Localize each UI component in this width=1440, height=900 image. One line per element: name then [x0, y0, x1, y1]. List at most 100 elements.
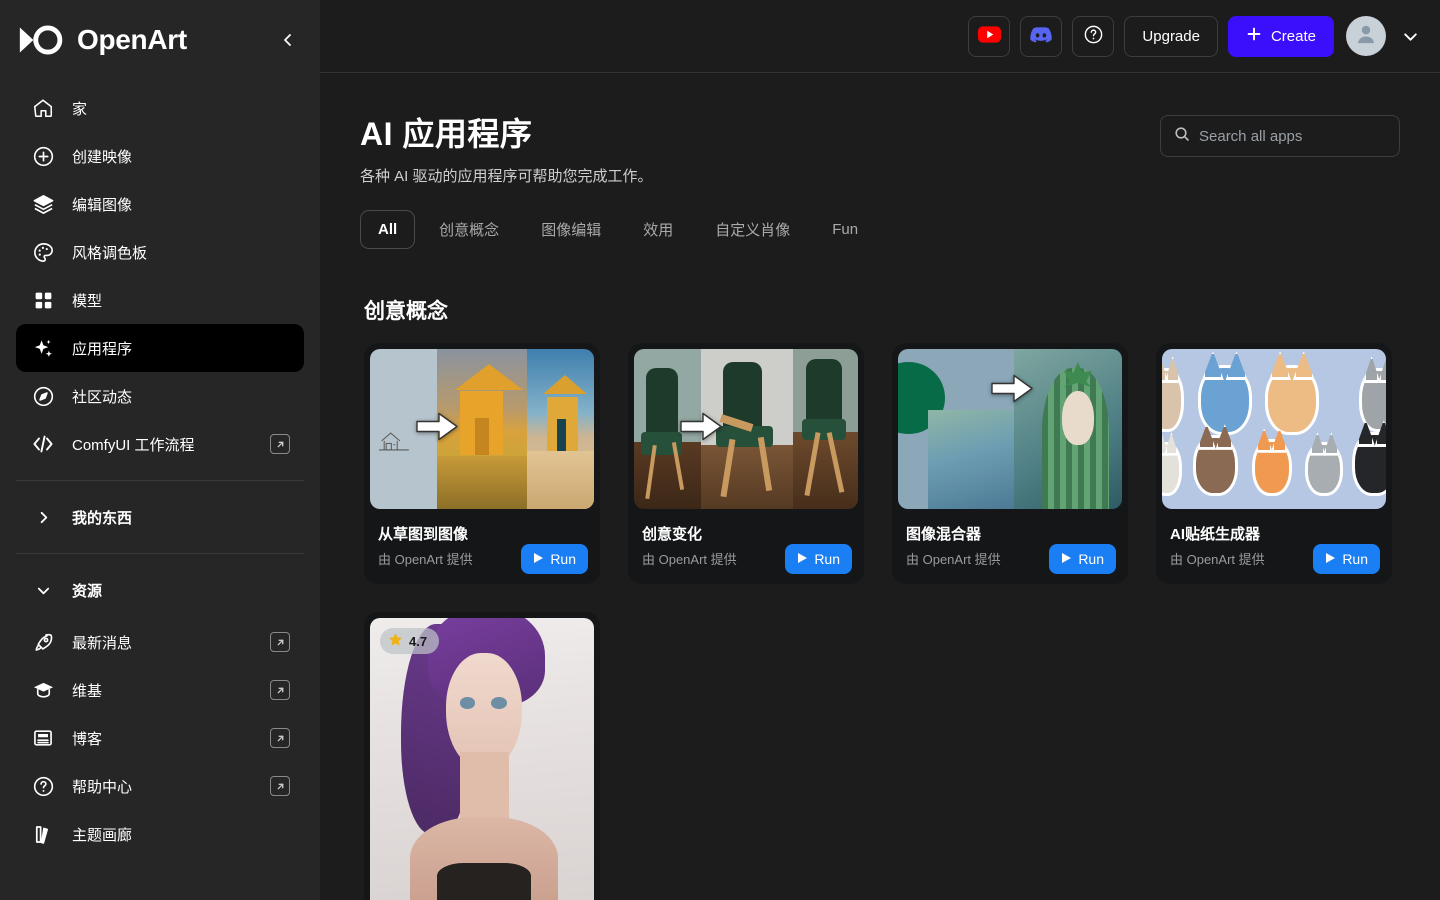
app-card[interactable]: AI贴纸生成器 由 OpenArt 提供 Run — [1156, 343, 1392, 584]
sidebar-group-resources[interactable]: 资源 — [16, 566, 304, 614]
play-icon — [1061, 551, 1072, 567]
sidebar-item-models[interactable]: 模型 — [16, 276, 304, 324]
sidebar-item-label: ComfyUI 工作流程 — [72, 436, 195, 454]
discord-button[interactable] — [1020, 15, 1063, 57]
sidebar-item-label: 博客 — [72, 730, 103, 748]
sidebar-item-wiki[interactable]: 维基 — [16, 666, 304, 714]
app-root: OpenArt 家 创建映像 编辑图像 风格调色板 模型 应用程序 社区动态 C… — [0, 0, 1440, 900]
sidebar-item-style-palette[interactable]: 风格调色板 — [16, 228, 304, 276]
sidebar-item-label: 维基 — [72, 682, 103, 700]
card-title: 创意变化 — [642, 526, 703, 543]
play-icon — [1325, 551, 1336, 567]
app-card[interactable]: 从草图到图像 由 OpenArt 提供 Run — [364, 343, 600, 584]
play-icon — [797, 551, 808, 567]
app-card[interactable]: 4.7 头像制 — [364, 612, 600, 900]
grid-icon — [30, 287, 56, 313]
sidebar-item-theme-gallery[interactable]: 主题画廊 — [16, 810, 304, 858]
create-button[interactable]: Create — [1227, 15, 1334, 57]
search-icon — [1174, 126, 1190, 147]
tab-creative-concepts[interactable]: 创意概念 — [421, 208, 517, 251]
discord-icon — [1030, 26, 1053, 46]
sidebar-group-label: 资源 — [72, 582, 103, 600]
external-link-icon[interactable] — [270, 434, 290, 454]
user-avatar-icon — [1353, 21, 1379, 52]
chevron-right-icon — [30, 504, 56, 530]
sidebar-item-comfyui-workflows[interactable]: ComfyUI 工作流程 — [16, 420, 304, 468]
sidebar-item-label: 社区动态 — [72, 388, 133, 406]
sidebar-nav: 家 创建映像 编辑图像 风格调色板 模型 应用程序 社区动态 ComfyUI 工… — [0, 80, 320, 468]
sidebar-item-label: 模型 — [72, 292, 103, 310]
graduation-cap-icon — [30, 677, 56, 703]
search-input[interactable] — [1199, 127, 1398, 145]
transform-arrow-icon — [679, 412, 723, 447]
sparkles-icon — [30, 335, 56, 361]
sidebar-divider-1 — [16, 480, 304, 481]
sidebar-group-label: 我的东西 — [72, 509, 133, 527]
tab-custom-portrait[interactable]: 自定义肖像 — [697, 208, 808, 251]
external-link-icon[interactable] — [270, 776, 290, 796]
sidebar-group-my-stuff[interactable]: 我的东西 — [16, 493, 304, 541]
search-box[interactable] — [1160, 115, 1400, 157]
app-card[interactable]: 创意变化 由 OpenArt 提供 Run — [628, 343, 864, 584]
play-icon — [533, 551, 544, 567]
card-title: 从草图到图像 — [378, 526, 469, 543]
sidebar-header: OpenArt — [0, 0, 320, 80]
sketch-to-image-thumbnail — [370, 349, 594, 509]
card-title: AI贴纸生成器 — [1170, 526, 1261, 543]
avatar[interactable] — [1346, 16, 1386, 56]
page-header: AI 应用程序 各种 AI 驱动的应用程序可帮助您完成工作。 — [360, 73, 1400, 186]
sidebar-item-label: 最新消息 — [72, 634, 133, 652]
help-button[interactable] — [1072, 15, 1115, 57]
external-link-icon[interactable] — [270, 680, 290, 700]
category-tabs: All 创意概念 图像编辑 效用 自定义肖像 Fun — [360, 208, 1400, 251]
sidebar-item-community-feed[interactable]: 社区动态 — [16, 372, 304, 420]
layers-icon — [30, 191, 56, 217]
sidebar-item-whats-new[interactable]: 最新消息 — [16, 618, 304, 666]
rating-badge: 4.7 — [380, 628, 440, 654]
sidebar-item-edit-image[interactable]: 编辑图像 — [16, 180, 304, 228]
card-body: 从草图到图像 由 OpenArt 提供 Run — [364, 515, 600, 584]
sidebar-resources-nav: 最新消息 维基 博客 帮助中心 主题画廊 — [0, 614, 320, 858]
youtube-button[interactable] — [968, 15, 1011, 57]
tab-utility[interactable]: 效用 — [625, 208, 691, 251]
transform-arrow-icon — [415, 412, 459, 447]
tab-image-editing[interactable]: 图像编辑 — [523, 208, 619, 251]
home-icon — [30, 95, 56, 121]
card-body: 图像混合器 由 OpenArt 提供 Run — [892, 515, 1128, 584]
compass-icon — [30, 383, 56, 409]
sidebar-item-label: 帮助中心 — [72, 778, 133, 796]
chevron-down-icon — [30, 577, 56, 603]
brand-name: OpenArt — [77, 24, 187, 55]
sidebar-item-label: 创建映像 — [72, 148, 133, 166]
sidebar-item-blog[interactable]: 博客 — [16, 714, 304, 762]
apps-grid-row-1: 从草图到图像 由 OpenArt 提供 Run 创意变化 由 OpenArt 提… — [360, 343, 1400, 584]
plus-circle-icon — [30, 143, 56, 169]
sidebar-collapse-chevron-left-icon[interactable] — [274, 26, 302, 54]
sidebar-item-home[interactable]: 家 — [16, 84, 304, 132]
run-button[interactable]: Run — [1049, 544, 1116, 574]
creative-variation-chairs-thumbnail — [634, 349, 858, 509]
app-card[interactable]: 图像混合器 由 OpenArt 提供 Run — [892, 343, 1128, 584]
page-title: AI 应用程序 — [360, 116, 533, 152]
question-circle-icon — [1083, 24, 1104, 48]
tab-fun[interactable]: Fun — [814, 210, 876, 249]
sidebar-item-help-center[interactable]: 帮助中心 — [16, 762, 304, 810]
apps-grid-row-2: 4.7 头像制 — [360, 612, 1400, 900]
external-link-icon[interactable] — [270, 632, 290, 652]
upgrade-button[interactable]: Upgrade — [1124, 15, 1218, 57]
sidebar-item-label: 家 — [72, 100, 88, 118]
sidebar-item-label: 风格调色板 — [72, 244, 148, 262]
page-subtitle: 各种 AI 驱动的应用程序可帮助您完成工作。 — [360, 168, 653, 185]
tab-all[interactable]: All — [360, 210, 416, 249]
run-button[interactable]: Run — [785, 544, 852, 574]
external-link-icon[interactable] — [270, 728, 290, 748]
openart-infinity-logo-icon[interactable] — [16, 23, 70, 57]
run-button[interactable]: Run — [521, 544, 588, 574]
run-button[interactable]: Run — [1313, 544, 1380, 574]
sidebar-item-apps[interactable]: 应用程序 — [16, 324, 304, 372]
avatar-maker-portrait-thumbnail: 4.7 — [370, 618, 594, 900]
section-title-creative-concepts: 创意概念 — [364, 300, 448, 323]
account-menu-chevron-down-icon[interactable] — [1396, 22, 1424, 50]
run-button-label: Run — [1078, 551, 1104, 567]
sidebar-item-create-image[interactable]: 创建映像 — [16, 132, 304, 180]
